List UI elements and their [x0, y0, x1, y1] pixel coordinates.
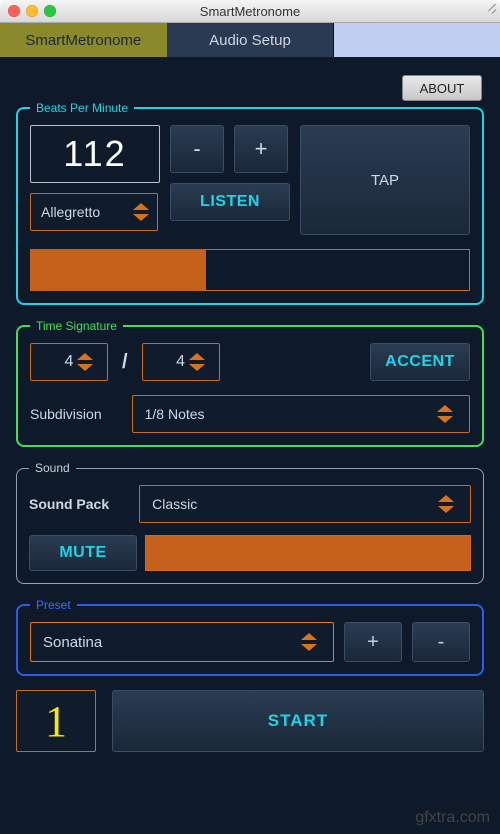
group-time-signature: Time Signature 4 / 4 ACCENT Subdivision …: [16, 319, 484, 447]
ts-slash: /: [122, 351, 128, 374]
preset-remove-button[interactable]: -: [412, 622, 470, 662]
bpm-display: 112: [30, 125, 160, 183]
volume-bar[interactable]: [145, 535, 471, 571]
bpm-plus-button[interactable]: +: [234, 125, 288, 173]
beat-counter-display: 1: [16, 690, 96, 752]
ts-denominator-arrows-icon[interactable]: [189, 353, 205, 371]
subdivision-value: 1/8 Notes: [145, 406, 205, 422]
preset-value: Sonatina: [43, 634, 102, 651]
preset-add-button[interactable]: +: [344, 622, 402, 662]
sound-pack-select[interactable]: Classic: [139, 485, 471, 523]
bpm-progress-track: [206, 249, 470, 291]
window-titlebar: SmartMetronome: [0, 0, 500, 23]
group-preset-legend: Preset: [30, 598, 77, 612]
about-button[interactable]: ABOUT: [402, 75, 482, 101]
tempo-name-stepper-icon[interactable]: [133, 203, 149, 221]
ts-numerator-value: 4: [65, 353, 74, 371]
tab-smartmetronome[interactable]: SmartMetronome: [0, 23, 167, 57]
tab-strip: SmartMetronome Audio Setup: [0, 23, 500, 57]
tempo-name-select[interactable]: Allegretto: [30, 193, 158, 231]
ts-denominator-stepper[interactable]: 4: [142, 343, 220, 381]
bpm-minus-button[interactable]: -: [170, 125, 224, 173]
bpm-progress-fill: [30, 249, 206, 291]
sound-pack-label: Sound Pack: [29, 496, 109, 512]
group-sound-legend: Sound: [29, 461, 76, 475]
ts-numerator-arrows-icon[interactable]: [77, 353, 93, 371]
group-sound: Sound Sound Pack Classic MUTE: [16, 461, 484, 584]
accent-button[interactable]: ACCENT: [370, 343, 470, 381]
tab-empty: [334, 23, 500, 57]
beat-counter-value: 1: [45, 696, 67, 747]
group-preset: Preset Sonatina + -: [16, 598, 484, 676]
window-title: SmartMetronome: [0, 4, 500, 19]
watermark-text: gfxtra.com: [415, 809, 490, 827]
sound-pack-arrows-icon[interactable]: [438, 495, 454, 513]
ts-denominator-value: 4: [176, 353, 185, 371]
tap-button[interactable]: TAP: [300, 125, 470, 235]
bpm-value: 112: [63, 133, 126, 175]
subdivision-select[interactable]: 1/8 Notes: [132, 395, 470, 433]
listen-button[interactable]: LISTEN: [170, 183, 290, 221]
preset-select[interactable]: Sonatina: [30, 622, 334, 662]
ts-numerator-stepper[interactable]: 4: [30, 343, 108, 381]
group-bpm-legend: Beats Per Minute: [30, 101, 134, 115]
group-bpm: Beats Per Minute 112 Allegretto -: [16, 101, 484, 305]
subdivision-arrows-icon[interactable]: [437, 405, 453, 423]
start-button[interactable]: START: [112, 690, 484, 752]
mute-button[interactable]: MUTE: [29, 535, 137, 571]
preset-arrows-icon[interactable]: [301, 633, 317, 651]
group-ts-legend: Time Signature: [30, 319, 123, 333]
bpm-progress[interactable]: [30, 249, 470, 291]
sound-pack-value: Classic: [152, 496, 197, 512]
resize-grip-icon[interactable]: [483, 3, 497, 17]
subdivision-label: Subdivision: [30, 406, 102, 422]
tab-audio-setup[interactable]: Audio Setup: [167, 23, 335, 57]
tempo-name-label: Allegretto: [41, 204, 100, 220]
